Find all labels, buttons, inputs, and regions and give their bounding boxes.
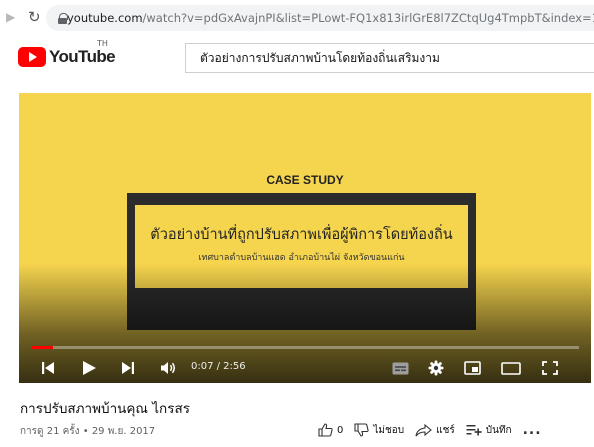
video-player[interactable]: CASE STUDY ตัวอย่างบ้านที่ถูกปรับสภาพเพื… [19, 93, 591, 383]
volume-icon[interactable] [157, 353, 181, 383]
dislike-button[interactable]: ไม่ชอบ [354, 423, 404, 438]
time-display: 0:07 / 2:56 [191, 361, 246, 372]
url-bar[interactable]: youtube.com/watch?v=pdGxAvajnPI&list=PLo… [46, 5, 594, 31]
like-count: 0 [337, 424, 344, 436]
slide-heading: CASE STUDY [266, 173, 344, 187]
url-host: youtube.com [67, 11, 143, 25]
miniplayer-icon[interactable] [461, 353, 483, 383]
video-meta: การดู 21 ครั้ง • 29 พ.ย. 2017 [20, 426, 156, 437]
next-icon[interactable] [117, 353, 139, 383]
share-icon [415, 423, 432, 436]
save-button[interactable]: บันทึก [466, 423, 512, 438]
slide-subtitle: เทศบาลตำบลบ้านแฮด อำเภอบ้านไผ่ จังหวัดขอ… [198, 253, 405, 263]
previous-icon[interactable] [37, 353, 59, 383]
settings-icon[interactable] [425, 353, 447, 383]
search-input[interactable]: ตัวอย่างการปรับสภาพบ้านโดยท้องถิ่นเสริมง… [185, 43, 594, 73]
theater-mode-icon[interactable] [499, 353, 523, 383]
subtitles-icon[interactable] [389, 353, 411, 383]
share-label: แชร์ [436, 424, 455, 436]
reload-icon[interactable]: ↻ [28, 8, 41, 26]
save-label: บันทึก [485, 424, 512, 436]
more-actions-button[interactable]: ... [523, 422, 542, 438]
player-controls: 0:07 / 2:56 [19, 353, 591, 383]
fullscreen-icon[interactable] [539, 353, 561, 383]
url-path: /watch?v=pdGxAvajnPI&list=PLowt-FQ1x813i… [142, 11, 594, 25]
video-actions: 0 ไม่ชอบ แชร์ บันทึก ... [318, 420, 542, 440]
share-button[interactable]: แชร์ [415, 423, 455, 438]
browser-address-bar: ▶ ↻ youtube.com/watch?v=pdGxAvajnPI&list… [0, 0, 594, 36]
youtube-header: YouTube TH ตัวอย่างการปรับสภาพบ้านโดยท้อ… [0, 36, 594, 80]
dislike-label: ไม่ชอบ [373, 424, 405, 436]
thumbs-down-icon [354, 423, 369, 437]
logo-text: YouTube [49, 47, 116, 66]
slide-title: ตัวอย่างบ้านที่ถูกปรับสภาพเพื่อผู้พิการโ… [150, 227, 453, 243]
country-code: TH [97, 39, 108, 48]
progress-bar[interactable] [31, 346, 579, 349]
playlist-add-icon [466, 425, 482, 436]
forward-icon[interactable]: ▶ [6, 10, 15, 24]
progress-fill [31, 346, 53, 349]
youtube-logo[interactable]: YouTube [18, 47, 116, 67]
search-query: ตัวอย่างการปรับสภาพบ้านโดยท้องถิ่นเสริมง… [200, 50, 440, 65]
like-button[interactable]: 0 [318, 423, 343, 437]
thumbs-up-icon [318, 423, 333, 437]
video-title: การปรับสภาพบ้านคุณ ไกรสร [20, 401, 190, 417]
youtube-play-icon [18, 47, 46, 67]
play-icon[interactable] [77, 353, 101, 383]
